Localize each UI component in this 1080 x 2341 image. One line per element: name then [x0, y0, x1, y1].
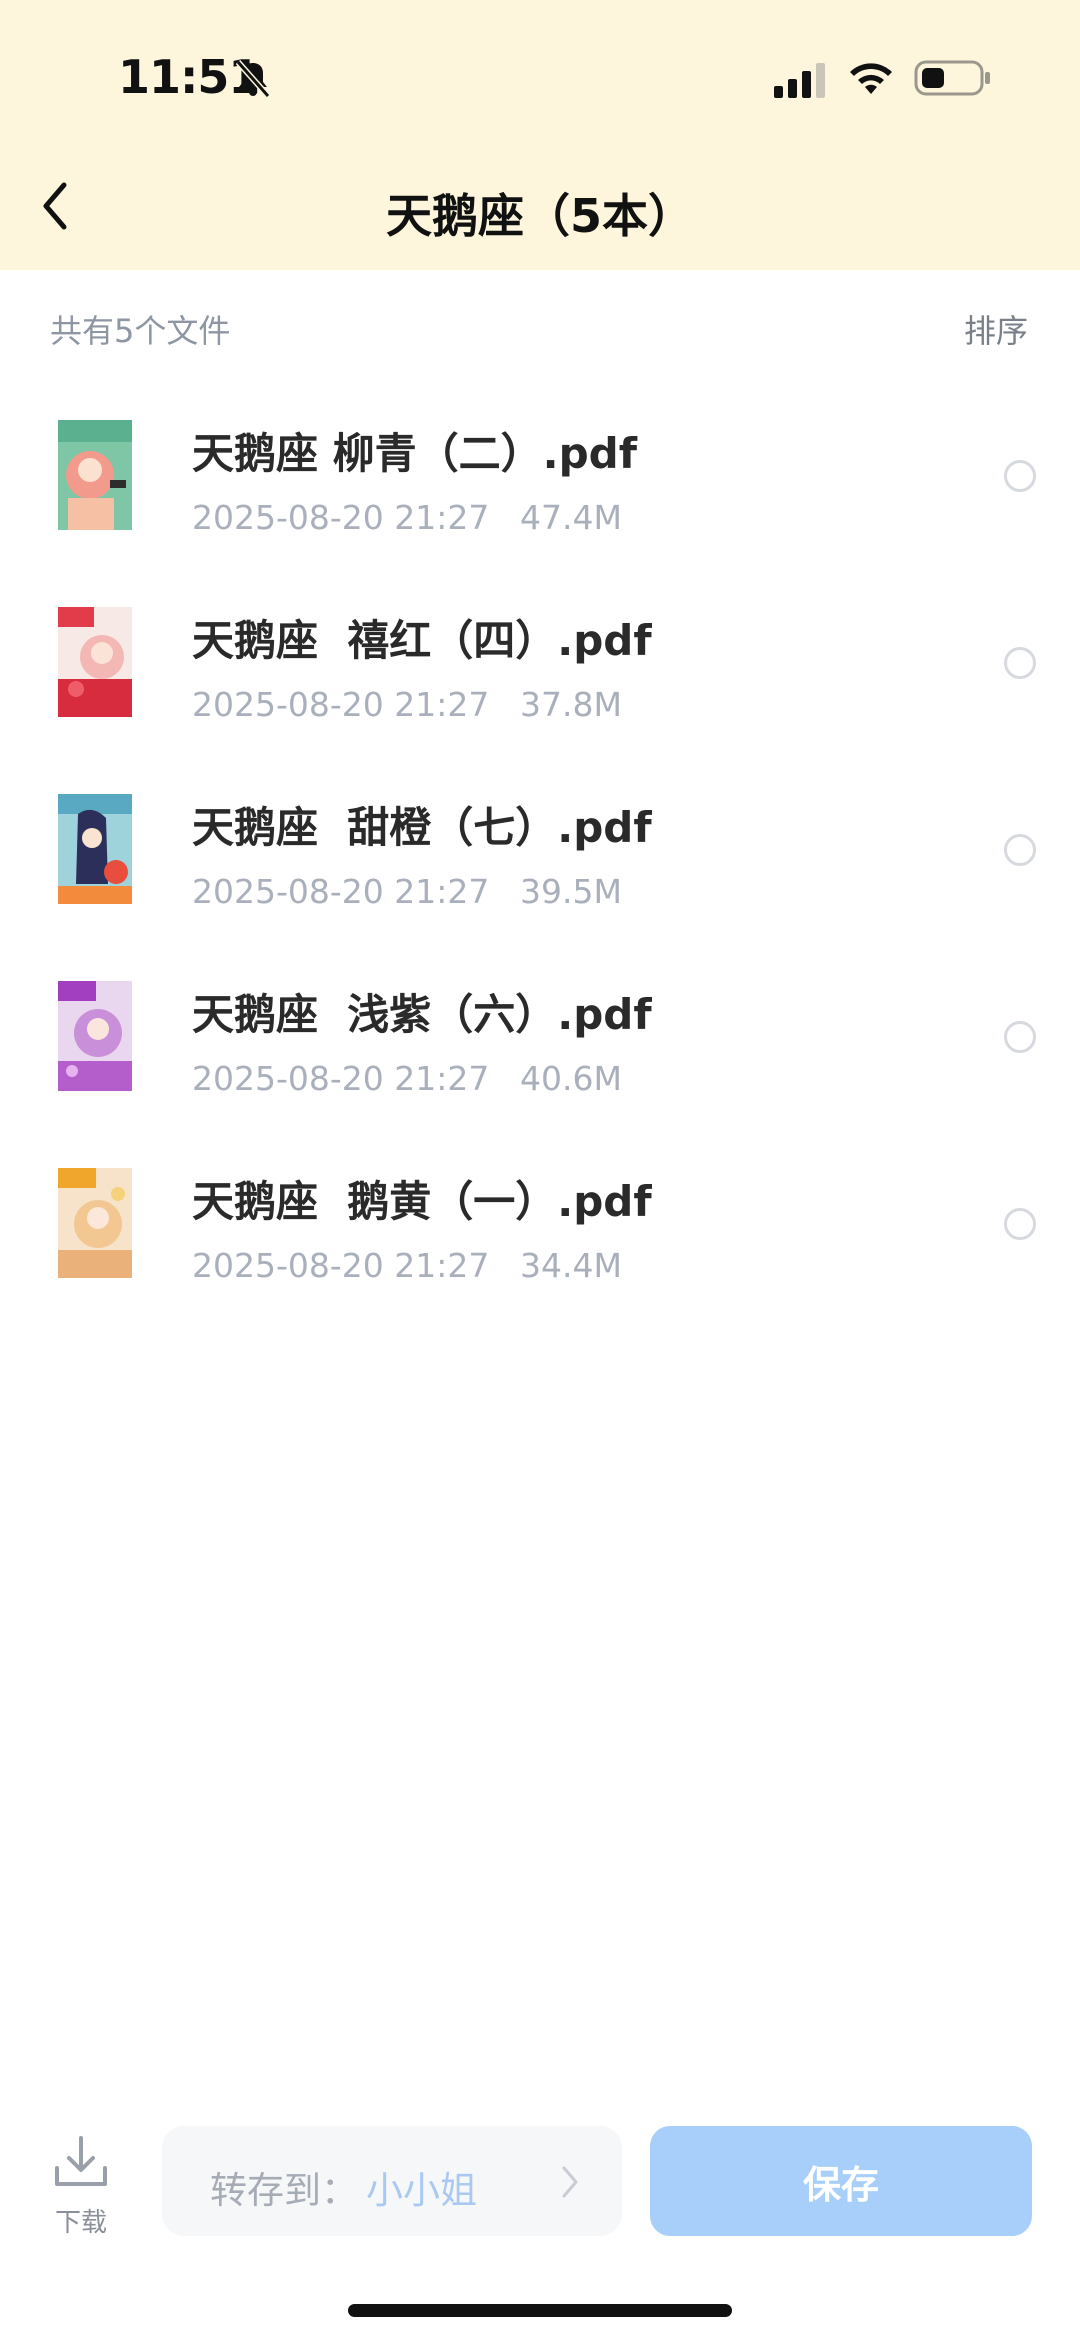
book-cover-thumbnail — [58, 607, 132, 717]
download-icon — [55, 2136, 107, 2186]
file-list: 天鹅座 柳青（二）.pdf 2025-08-20 21:27 47.4M 天鹅座… — [0, 380, 1080, 1315]
file-date: 2025-08-20 21:27 — [192, 685, 490, 724]
wifi-icon — [850, 63, 892, 94]
book-cover-thumbnail — [58, 794, 132, 904]
file-row[interactable]: 天鹅座 浅紫（六）.pdf 2025-08-20 21:27 40.6M — [0, 941, 1080, 1128]
transfer-target: 小小姐 — [366, 2169, 477, 2212]
file-date: 2025-08-20 21:27 — [192, 1059, 490, 1098]
select-radio[interactable] — [1004, 1208, 1036, 1240]
download-button[interactable]: 下载 — [46, 2132, 116, 2238]
save-button[interactable]: 保存 — [650, 2126, 1032, 2236]
book-cover-thumbnail — [58, 1168, 132, 1278]
file-date: 2025-08-20 21:27 — [192, 1246, 490, 1285]
select-radio[interactable] — [1004, 1021, 1036, 1053]
file-date: 2025-08-20 21:27 — [192, 498, 490, 537]
file-size: 40.6M — [520, 1059, 622, 1098]
book-cover-thumbnail — [58, 981, 132, 1091]
transfer-label: 转存到： — [210, 2169, 358, 2212]
file-size: 47.4M — [520, 498, 622, 537]
file-size: 39.5M — [520, 872, 622, 911]
file-row[interactable]: 天鹅座 柳青（二）.pdf 2025-08-20 21:27 47.4M — [0, 380, 1080, 567]
download-label: 下载 — [54, 2208, 107, 2238]
file-name: 天鹅座 柳青（二）.pdf — [192, 429, 637, 478]
page-title: 天鹅座（5本） — [385, 189, 694, 243]
transfer-destination-picker[interactable]: 转存到： 小小姐 — [162, 2126, 622, 2236]
home-indicator — [348, 2304, 732, 2317]
file-date: 2025-08-20 21:27 — [192, 872, 490, 911]
battery-icon — [914, 60, 990, 96]
file-count-label: 共有5个文件 — [50, 312, 231, 350]
file-size: 37.8M — [520, 685, 622, 724]
sort-button[interactable]: 排序 — [964, 306, 1028, 352]
file-row[interactable]: 天鹅座 甜橙（七）.pdf 2025-08-20 21:27 39.5M — [0, 754, 1080, 941]
file-name: 天鹅座 禧红（四）.pdf — [192, 616, 652, 665]
cellular-signal-icon — [774, 63, 825, 98]
select-radio[interactable] — [1004, 834, 1036, 866]
file-name: 天鹅座 浅紫（六）.pdf — [192, 990, 652, 1039]
bell-muted-icon — [235, 60, 271, 98]
select-radio[interactable] — [1004, 460, 1036, 492]
file-row[interactable]: 天鹅座 鹅黄（一）.pdf 2025-08-20 21:27 34.4M — [0, 1128, 1080, 1315]
chevron-right-icon — [562, 2166, 578, 2198]
file-size: 34.4M — [520, 1246, 622, 1285]
book-cover-thumbnail — [58, 420, 132, 530]
file-row[interactable]: 天鹅座 禧红（四）.pdf 2025-08-20 21:27 37.8M — [0, 567, 1080, 754]
select-radio[interactable] — [1004, 647, 1036, 679]
file-name: 天鹅座 甜橙（七）.pdf — [192, 803, 652, 852]
file-name: 天鹅座 鹅黄（一）.pdf — [192, 1177, 652, 1226]
